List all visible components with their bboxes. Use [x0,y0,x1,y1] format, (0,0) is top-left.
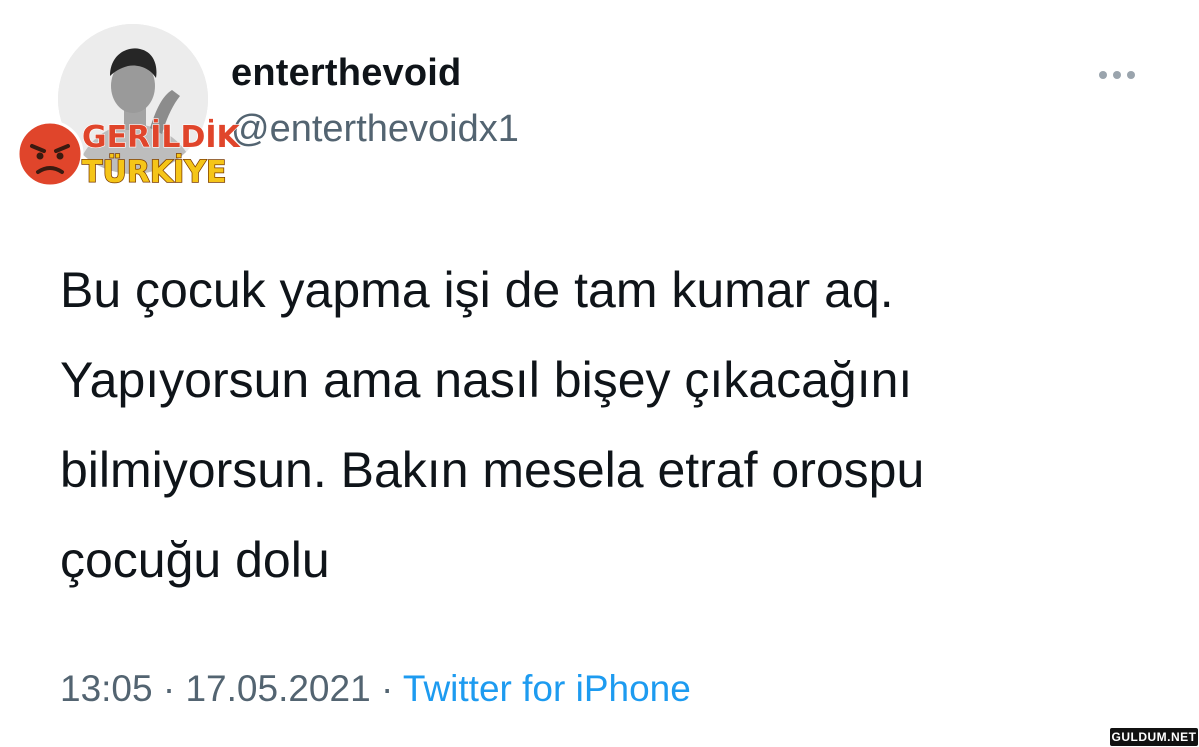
more-horizontal-icon [1099,71,1135,79]
tweet-date[interactable]: 17.05.2021 [185,668,370,709]
meta-separator: · [380,668,394,709]
tweet-text-line: Yapıyorsun ama nasıl bişey çıkacağını [60,352,913,408]
tweet-text-line: Bu çocuk yapma işi de tam kumar aq. [60,262,894,318]
tweet-screenshot: enterthevoid @enterthevoidx1 GERİLDİK TÜ… [0,0,1199,747]
username-handle[interactable]: @enterthevoidx1 [231,108,519,151]
tweet-meta: 13:05 · 17.05.2021 · Twitter for iPhone [60,668,691,710]
tweet-text-line: çocuğu dolu [60,532,330,588]
tweet-time[interactable]: 13:05 [60,668,153,709]
tweet-text-line: bilmiyorsun. Bakın mesela etraf orospu [60,442,925,498]
angry-face-icon [16,120,84,188]
site-watermark: GULDUM.NET [1110,728,1198,746]
badge-logo: GERİLDİK TÜRKİYE [16,118,242,191]
svg-text:TÜRKİYE: TÜRKİYE [82,153,227,190]
display-name[interactable]: enterthevoid [231,52,461,95]
tweet-text: Bu çocuk yapma işi de tam kumar aq. Yapı… [60,245,1160,605]
svg-text:GERİLDİK: GERİLDİK [82,119,242,155]
more-options-button[interactable] [1092,64,1142,86]
meta-separator: · [162,668,176,709]
tweet-source-link[interactable]: Twitter for iPhone [403,668,691,709]
gerildik-turkiye-badge: GERİLDİK TÜRKİYE [16,114,248,194]
